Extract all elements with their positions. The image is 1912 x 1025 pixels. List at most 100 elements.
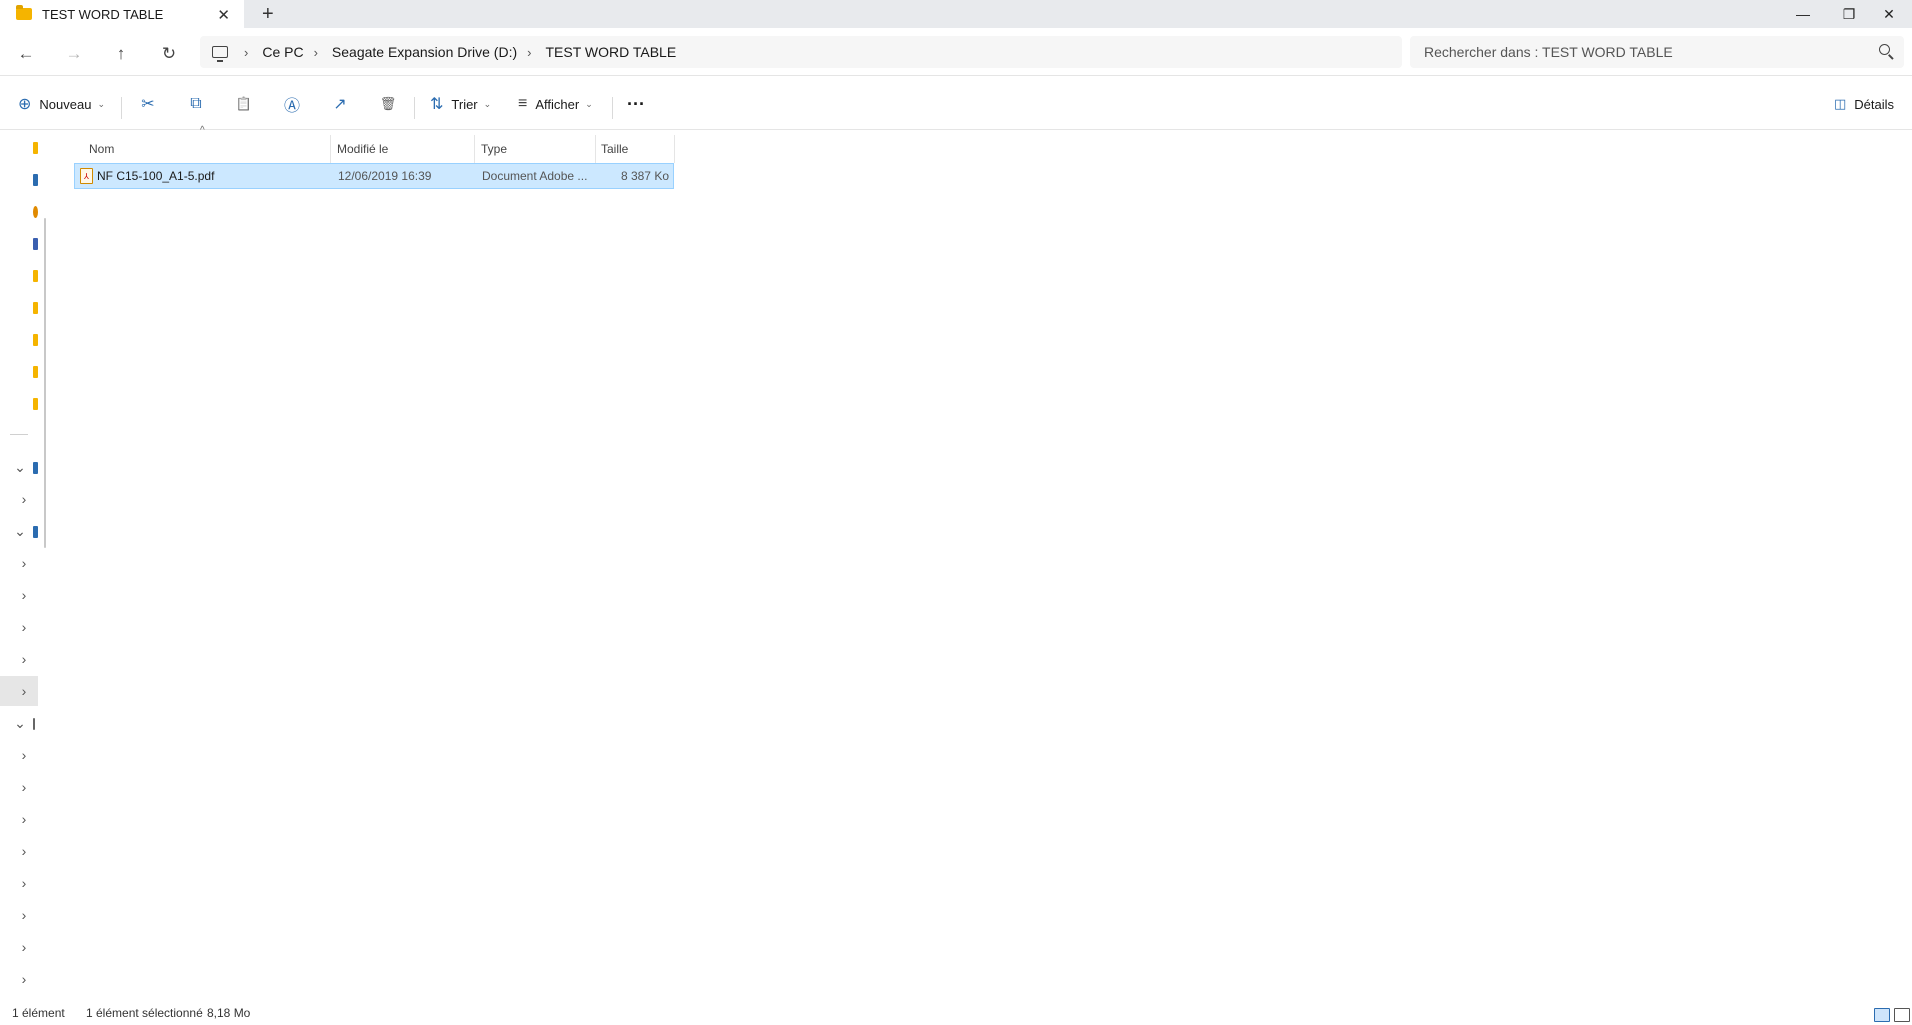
details-label: Détails [1854,96,1895,112]
chevron-right-icon[interactable]: › [14,681,34,701]
breadcrumb-current-folder[interactable]: TEST WORD TABLE [545,44,676,60]
title-bar: TEST WORD TABLE ✕ + — ❐ ✕ [0,0,1912,28]
details-pane-icon: ◫ [1834,96,1847,111]
chevron-down-icon: ⌄ [483,98,492,109]
copy-button[interactable]: ⧉ [184,92,208,116]
documents-icon[interactable] [33,238,38,250]
forward-button[interactable]: → [60,40,88,68]
new-tab-button[interactable]: + [262,3,274,26]
status-bar: 1 élément 1 élément sélectionné 8,18 Mo [0,1000,1912,1025]
view-label: Afficher [535,96,580,112]
expand-chevron-icon[interactable]: ⌄ [10,457,30,477]
navigation-pane: ⌄ › ⌄ › › › › › ⌄ › › › › › › › › [0,130,46,1000]
close-window-button[interactable]: ✕ [1866,0,1912,28]
column-divider[interactable] [474,135,475,163]
column-header-row: ^ Nom Modifié le Type Taille [46,125,696,164]
chevron-down-icon: ⌄ [97,98,105,109]
share-button[interactable]: ↗ [328,92,352,116]
sort-label: Trier [451,96,478,112]
chevron-right-icon[interactable]: › [14,745,34,765]
navigation-bar: ← → ↑ ↻ › Ce PC › Seagate Expansion Driv… [0,28,1912,76]
chevron-right-icon[interactable]: › [14,809,34,829]
item-count: 1 élément [12,1005,65,1020]
chevron-right-icon[interactable]: › [14,585,34,605]
column-header-type[interactable]: Type [481,135,591,163]
selection-size: 8,18 Mo [207,1005,251,1020]
downloads-icon[interactable] [33,206,38,218]
network-icon[interactable] [33,718,35,730]
share-icon: ↗ [333,96,347,113]
folder-icon[interactable] [33,270,38,282]
computer-icon [212,46,228,62]
breadcrumb-chevron-icon[interactable]: › [314,45,318,60]
folder-icon[interactable] [33,302,38,314]
column-header-modified[interactable]: Modifié le [337,135,477,163]
pdf-file-icon: ⅄ [80,168,93,184]
chevron-right-icon[interactable]: › [14,649,34,669]
details-view-icon[interactable] [1874,1008,1890,1022]
up-button[interactable]: ↑ [107,40,135,68]
chevron-right-icon[interactable]: › [14,937,34,957]
selection-count: 1 élément sélectionné [86,1005,203,1020]
divider [612,97,613,119]
new-label: Nouveau [39,96,92,112]
view-button[interactable]: ≡ Afficher ⌄ [518,89,593,119]
onedrive-icon[interactable] [33,462,38,474]
column-divider[interactable] [330,135,331,163]
minimize-button[interactable]: — [1780,0,1826,28]
breadcrumb-ce-pc[interactable]: Ce PC [262,44,303,60]
details-button[interactable]: ◫ Détails [1834,89,1894,119]
chevron-right-icon[interactable]: › [14,489,34,509]
file-name[interactable]: NF C15-100_A1-5.pdf [97,169,214,183]
address-bar[interactable]: › Ce PC › Seagate Expansion Drive (D:) ›… [200,36,1402,68]
chevron-right-icon[interactable]: › [14,553,34,573]
breadcrumb-chevron-icon[interactable]: › [244,45,248,60]
chevron-right-icon[interactable]: › [14,905,34,925]
chevron-down-icon: ⌄ [585,98,593,109]
breadcrumb-chevron-icon[interactable]: › [527,45,531,60]
divider [121,97,122,119]
column-divider[interactable] [595,135,596,163]
tab-test-word-table[interactable]: TEST WORD TABLE ✕ [0,0,244,28]
rename-button[interactable]: Ⓐ [280,92,304,116]
search-icon[interactable] [1879,44,1890,55]
file-type: Document Adobe ... [482,169,588,183]
paste-button[interactable]: 📋 [232,92,256,116]
column-header-size[interactable]: Taille [601,135,681,163]
file-modified: 12/06/2019 16:39 [338,169,432,183]
search-input[interactable] [1424,44,1864,60]
expand-chevron-icon[interactable]: ⌄ [10,521,30,541]
search-box[interactable] [1410,36,1904,68]
chevron-right-icon[interactable]: › [14,969,34,989]
divider [414,97,415,119]
file-size: 8 387 Ko [620,169,669,183]
chevron-right-icon[interactable]: › [14,777,34,797]
trash-icon: 🗑 [379,96,397,111]
folder-icon[interactable] [33,334,38,346]
folder-icon [16,5,32,20]
tiles-view-icon[interactable] [1894,1008,1910,1022]
chevron-right-icon[interactable]: › [14,841,34,861]
folder-icon[interactable] [33,398,38,410]
delete-button[interactable]: 🗑 [376,92,400,116]
table-row[interactable]: ⅄ NF C15-100_A1-5.pdf 12/06/2019 16:39 D… [74,163,674,189]
chevron-right-icon[interactable]: › [14,617,34,637]
this-pc-icon[interactable] [33,526,38,538]
copy-icon: ⧉ [190,95,202,112]
new-button[interactable]: ⊕ Nouveau ⌄ [18,89,105,119]
tab-close-icon[interactable]: ✕ [217,6,230,24]
column-divider[interactable] [674,135,675,163]
cut-button[interactable]: ✂ [136,92,160,116]
more-options-button[interactable]: ··· [627,89,645,119]
back-button[interactable]: ← [12,40,40,68]
desktop-icon[interactable] [33,174,38,186]
scissors-icon: ✂ [141,96,155,113]
folder-icon[interactable] [33,366,38,378]
refresh-button[interactable]: ↻ [155,40,183,68]
breadcrumb-drive[interactable]: Seagate Expansion Drive (D:) [332,44,517,60]
expand-chevron-icon[interactable]: ⌄ [10,713,30,733]
column-header-name[interactable]: Nom [89,135,329,163]
chevron-right-icon[interactable]: › [14,873,34,893]
folder-icon[interactable] [33,142,38,154]
sort-button[interactable]: ⇅ Trier ⌄ [430,89,491,119]
